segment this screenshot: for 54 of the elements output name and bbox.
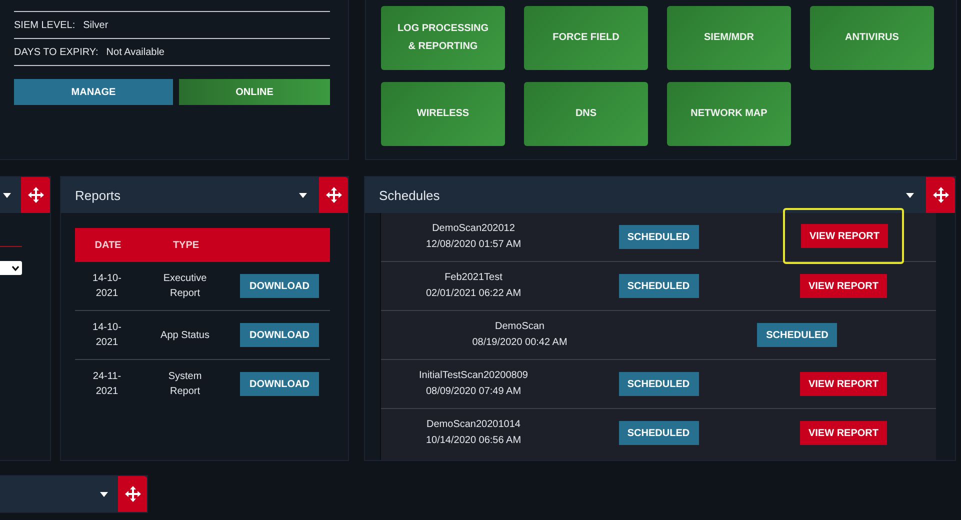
field-value: Silver bbox=[83, 20, 108, 30]
module-tile[interactable]: DNS bbox=[524, 82, 648, 146]
module-tile[interactable]: LOG PROCESSING & REPORTING bbox=[381, 6, 505, 70]
module-tile[interactable]: WIRELESS bbox=[381, 82, 505, 146]
field-value: Not Available bbox=[106, 46, 164, 58]
dropdown-field[interactable] bbox=[0, 261, 22, 275]
scan-name: InitialTestScan20200809 08/09/2020 07:49 AM bbox=[418, 369, 529, 399]
module-tile[interactable]: ANTIVIRUS bbox=[810, 6, 934, 70]
status-button[interactable]: SCHEDULED bbox=[757, 323, 838, 347]
column-header: TYPE bbox=[172, 240, 200, 250]
caret-icon[interactable] bbox=[100, 492, 108, 496]
move-handle[interactable] bbox=[926, 177, 955, 213]
move-icon bbox=[28, 187, 44, 203]
view-report-button[interactable]: VIEW REPORT bbox=[800, 372, 887, 396]
scan-name: DemoScan 08/19/2020 00:42 AM bbox=[471, 320, 568, 350]
table-cell-text: App Status bbox=[160, 328, 210, 342]
status-button[interactable]: SCHEDULED bbox=[618, 421, 698, 445]
view-report-button[interactable]: VIEW REPORT bbox=[801, 224, 888, 248]
caret-icon[interactable] bbox=[906, 192, 914, 198]
download-button[interactable]: DOWNLOAD bbox=[240, 323, 319, 347]
scan-name: DemoScan20201014 10/14/2020 06:56 AM bbox=[424, 418, 522, 448]
status-button[interactable]: SCHEDULED bbox=[618, 274, 698, 298]
caret-icon[interactable] bbox=[299, 192, 307, 198]
manage-button[interactable]: MANAGE bbox=[14, 79, 173, 105]
table-cell-text: 24-11-2021 bbox=[92, 370, 122, 399]
move-icon bbox=[326, 187, 342, 203]
table-cell-text: Executive Report bbox=[162, 272, 208, 301]
status-button[interactable]: SCHEDULED bbox=[618, 372, 698, 396]
move-handle[interactable] bbox=[319, 177, 348, 213]
scan-name: DemoScan202012 12/08/2020 01:57 AM bbox=[424, 222, 522, 252]
panel-title: Schedules bbox=[378, 188, 441, 202]
module-tile[interactable]: NETWORK MAP bbox=[667, 82, 791, 146]
chevron-icon bbox=[12, 266, 19, 270]
move-icon bbox=[124, 486, 140, 502]
module-tile[interactable]: FORCE FIELD bbox=[524, 6, 648, 70]
field-label: DAYS TO EXPIRY: bbox=[14, 46, 98, 58]
field-label: SIEM LEVEL: bbox=[14, 20, 76, 30]
view-report-button[interactable]: VIEW REPORT bbox=[800, 421, 887, 445]
module-tile[interactable]: SIEM/MDR bbox=[667, 6, 791, 70]
move-handle[interactable] bbox=[21, 177, 50, 213]
move-icon bbox=[932, 187, 948, 203]
scan-name: Feb2021Test 02/01/2021 06:22 AM bbox=[424, 271, 522, 301]
view-report-button[interactable]: VIEW REPORT bbox=[800, 274, 887, 298]
status-button[interactable]: SCHEDULED bbox=[618, 225, 698, 249]
table-cell-text: System Report bbox=[167, 370, 203, 399]
download-button[interactable]: DOWNLOAD bbox=[240, 372, 319, 396]
column-header: DATE bbox=[94, 240, 122, 250]
status-button[interactable]: ONLINE bbox=[179, 79, 330, 105]
table-cell-text: 14-10-2021 bbox=[92, 321, 122, 350]
caret-icon[interactable] bbox=[3, 192, 11, 198]
move-handle[interactable] bbox=[118, 476, 147, 512]
download-button[interactable]: DOWNLOAD bbox=[240, 274, 319, 298]
table-cell-text: 14-10-2021 bbox=[92, 272, 122, 301]
panel-title: Reports bbox=[74, 188, 122, 202]
